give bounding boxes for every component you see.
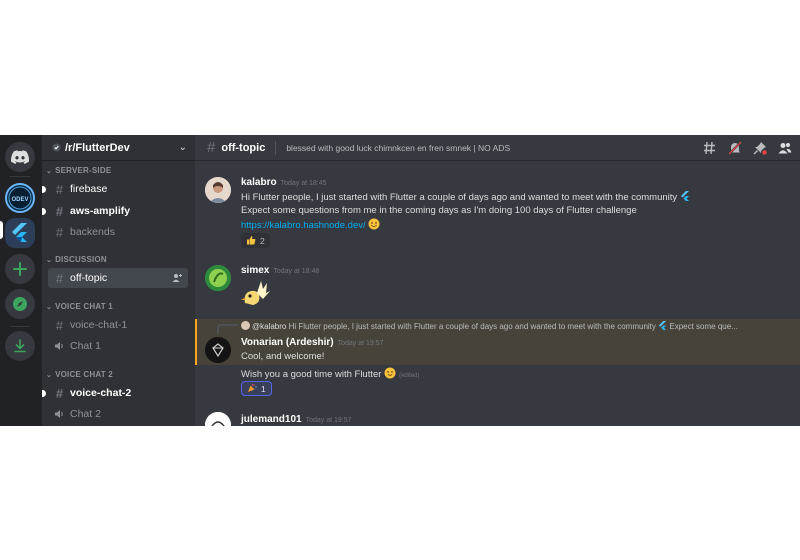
invite-icon[interactable] — [172, 273, 182, 283]
message-timestamp: Today at 18:45 — [280, 180, 327, 187]
download-icon[interactable] — [5, 331, 35, 361]
channel-title: off-topic — [221, 141, 266, 154]
flutter-server-icon[interactable] — [5, 218, 35, 248]
avatar[interactable] — [205, 265, 231, 291]
message-text: Expect some questions from me in the com… — [241, 205, 637, 216]
message-timestamp: Today at 19:57 — [305, 417, 352, 424]
odev-server-icon[interactable]: ODEV — [5, 183, 35, 213]
channel-topic[interactable]: blessed with good luck chimnkcen en fren… — [286, 143, 510, 153]
explore-icon[interactable] — [5, 289, 35, 319]
reaction-thumbs-up[interactable]: 2 — [241, 233, 270, 248]
channel-voice-chat-2[interactable]: # voice-chat-2 — [42, 383, 188, 403]
chat-area: # off-topic blessed with good luck chimn… — [195, 135, 800, 426]
hash-icon: # — [55, 385, 64, 401]
message-text: Cool, and welcome! — [241, 351, 325, 362]
chevron-down-icon: ⌄ — [46, 371, 53, 379]
chevron-down-icon: ⌄ — [46, 303, 53, 311]
reaction-party[interactable]: 1 — [241, 381, 272, 396]
reply-avatar — [241, 321, 250, 330]
unread-indicator — [42, 186, 46, 193]
smile-emoji-icon — [368, 218, 380, 230]
message-link[interactable]: https://kalabro.hashnode.dev/ — [241, 220, 366, 231]
flutter-emoji-icon — [680, 191, 689, 201]
header-divider — [275, 140, 277, 155]
unread-indicator — [42, 390, 46, 397]
active-server-pill — [0, 221, 3, 239]
channel-sidebar: /r/FlutterDev ⌄ ⌄ SERVER-SIDE # firebase #… — [42, 135, 195, 426]
verified-badge-icon — [52, 143, 61, 152]
hash-icon: # — [55, 203, 64, 219]
rail-divider — [10, 326, 30, 327]
message-timestamp: Today at 18:48 — [273, 268, 320, 275]
svg-text:ODEV: ODEV — [11, 197, 28, 203]
pinned-messages-icon[interactable] — [753, 141, 767, 155]
channel-backends[interactable]: # backends — [48, 222, 188, 242]
thumbs-up-icon — [246, 235, 256, 247]
mute-notifications-icon[interactable] — [728, 141, 742, 155]
hash-icon: # — [55, 317, 64, 333]
channel-aws-amplify[interactable]: # aws-amplify — [42, 201, 188, 221]
party-popper-icon — [247, 383, 257, 395]
threads-icon[interactable] — [703, 141, 717, 155]
hash-icon: # — [55, 224, 64, 240]
message-text-edited: Wish you a good time with Flutter (edite… — [241, 367, 420, 380]
unread-indicator — [42, 208, 46, 215]
discord-window: ODEV /r/FlutterDev ⌄ ⌄ SERVER-SIDE # fireb… — [0, 135, 800, 426]
reply-preview[interactable]: @kalabro Hi Flutter people, I just start… — [241, 321, 738, 331]
category-voice-chat-1[interactable]: ⌄ VOICE CHAT 1 — [46, 302, 113, 311]
message-author[interactable]: Vonarian (Ardeshir) Today at 19:57 — [241, 337, 384, 348]
server-name: /r/FlutterDev — [65, 141, 130, 154]
channel-voice-chat-1[interactable]: # voice-chat-1 — [48, 315, 188, 335]
rail-divider — [10, 176, 30, 177]
hash-icon: # — [55, 181, 64, 197]
discord-home-icon[interactable] — [5, 142, 35, 172]
hash-icon: # — [207, 139, 216, 156]
hash-icon: # — [55, 270, 64, 286]
channel-off-topic[interactable]: # off-topic — [48, 268, 188, 288]
member-list-icon[interactable] — [778, 141, 792, 155]
message-author[interactable]: julemand101 Today at 19:57 — [241, 414, 352, 425]
flutter-emoji-icon — [659, 321, 667, 330]
category-server-side[interactable]: ⌄ SERVER-SIDE — [46, 166, 111, 175]
message-link-line: https://kalabro.hashnode.dev/ — [241, 218, 380, 231]
party-parrot-sticker-icon — [241, 281, 270, 305]
chevron-down-icon: ⌄ — [46, 256, 53, 264]
server-header[interactable]: /r/FlutterDev ⌄ — [42, 135, 195, 161]
category-voice-chat-2[interactable]: ⌄ VOICE CHAT 2 — [46, 370, 113, 379]
avatar[interactable] — [205, 337, 231, 363]
message-text: Hi Flutter people, I just started with F… — [241, 191, 690, 203]
voice-channel-chat-2[interactable]: Chat 2 — [48, 404, 188, 424]
channel-firebase[interactable]: # firebase — [42, 179, 188, 199]
speaker-icon — [54, 341, 65, 351]
slight-smile-emoji-icon — [384, 367, 396, 379]
category-discussion[interactable]: ⌄ DISCUSSION — [46, 255, 107, 264]
chevron-down-icon[interactable]: ⌄ — [179, 142, 187, 153]
edited-label: (edited) — [399, 373, 420, 379]
voice-channel-chat-1[interactable]: Chat 1 — [48, 336, 188, 356]
message-author[interactable]: kalabro Today at 18:45 — [241, 177, 327, 188]
avatar[interactable] — [205, 177, 231, 203]
speaker-icon — [54, 409, 65, 419]
message-timestamp: Today at 19:57 — [337, 340, 384, 347]
chevron-down-icon: ⌄ — [46, 167, 53, 175]
avatar[interactable] — [205, 412, 231, 426]
reply-spine — [217, 324, 238, 334]
message-author[interactable]: simex Today at 18:48 — [241, 265, 319, 276]
add-server-icon[interactable] — [5, 254, 35, 284]
server-rail: ODEV — [0, 135, 42, 426]
